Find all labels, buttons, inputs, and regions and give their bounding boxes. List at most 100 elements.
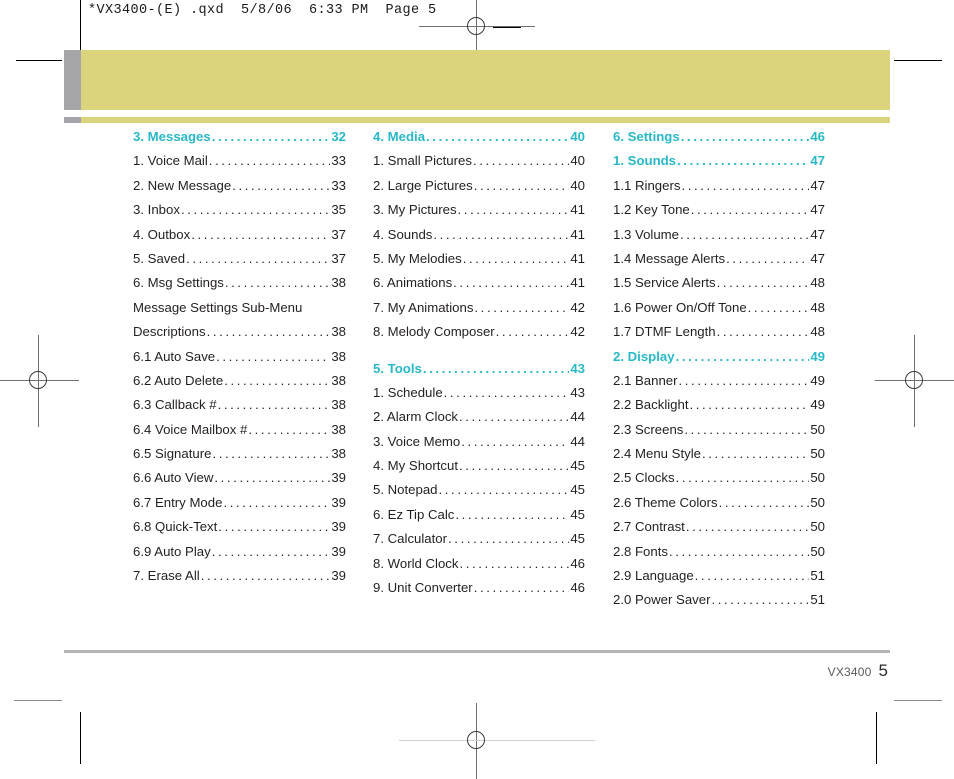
toc-entry[interactable]: 4. My Shortcut..........................… xyxy=(373,459,585,483)
toc-entry-page-number: 38 xyxy=(331,324,346,340)
toc-section-heading[interactable]: 3. Messages.............................… xyxy=(133,130,346,154)
toc-entry[interactable]: 2. New Message..........................… xyxy=(133,179,346,203)
toc-entry[interactable]: 7. My Animations........................… xyxy=(373,301,585,325)
table-of-contents: 3. Messages.............................… xyxy=(133,130,873,618)
toc-entry[interactable]: 6.4 Voice Mailbox #.....................… xyxy=(133,422,346,447)
toc-entry[interactable]: 1.1 Ringers.............................… xyxy=(613,179,825,203)
toc-entry-page-number: 46 xyxy=(810,129,825,144)
footer-page-number: 5 xyxy=(878,661,888,680)
toc-section-heading[interactable]: 6. Settings.............................… xyxy=(613,130,825,154)
toc-entry[interactable]: 2.4 Menu Style..........................… xyxy=(613,447,825,471)
toc-section-heading[interactable]: 4. Media................................… xyxy=(373,130,585,154)
toc-entry[interactable]: 5. My Melodies..........................… xyxy=(373,252,585,276)
registration-mark-top xyxy=(419,0,535,63)
toc-section-heading[interactable]: 1. Sounds...............................… xyxy=(613,154,825,178)
toc-leader-dots: ........................................… xyxy=(495,325,570,339)
toc-entry-page-number: 50 xyxy=(810,470,825,486)
toc-entry-label: 6. Animations xyxy=(373,275,453,291)
toc-entry[interactable]: 1.7 DTMF Length.........................… xyxy=(613,325,825,349)
toc-entry[interactable]: 5. Notepad..............................… xyxy=(373,483,585,507)
toc-entry[interactable]: 1. Small Pictures.......................… xyxy=(373,154,585,178)
toc-entry[interactable]: 6.3 Callback #..........................… xyxy=(133,398,346,422)
toc-entry-label: 6. Ez Tip Calc xyxy=(373,506,455,522)
toc-leader-dots: ........................................… xyxy=(459,410,569,424)
toc-entry-label: 2. New Message xyxy=(133,177,232,193)
toc-entry-label: Descriptions xyxy=(133,324,206,340)
toc-entry-label: 1. Small Pictures xyxy=(373,153,472,169)
toc-entry-page-number: 49 xyxy=(810,372,825,388)
toc-entry[interactable]: 3. Inbox................................… xyxy=(133,203,346,227)
toc-entry[interactable]: 1.5 Service Alerts......................… xyxy=(613,276,825,300)
toc-entry-label: 6.9 Auto Play xyxy=(133,543,211,559)
toc-leader-dots: ........................................… xyxy=(684,422,810,436)
toc-entry-page-number: 47 xyxy=(810,177,825,193)
toc-entry[interactable]: 2.9 Language............................… xyxy=(613,569,825,593)
toc-entry[interactable]: 8. World Clock..........................… xyxy=(373,555,585,581)
toc-leader-dots: ........................................… xyxy=(677,154,809,168)
toc-leader-dots: ........................................… xyxy=(726,251,809,266)
toc-entry[interactable]: 2. Large Pictures.......................… xyxy=(373,179,585,203)
toc-entry-label: 7. Calculator xyxy=(373,531,448,547)
toc-entry[interactable]: 4. Sounds...............................… xyxy=(373,227,585,252)
toc-entry[interactable]: 6.9 Auto Play...........................… xyxy=(133,543,346,569)
toc-entry[interactable]: 2.0 Power Saver.........................… xyxy=(613,593,825,617)
toc-leader-dots: ........................................… xyxy=(216,349,330,363)
toc-entry-label: 2.8 Fonts xyxy=(613,543,668,559)
toc-leader-dots: ........................................… xyxy=(208,154,331,168)
toc-entry[interactable]: 6. Animations...........................… xyxy=(373,276,585,300)
toc-entry-label: 1. Voice Mail xyxy=(133,153,208,169)
toc-entry[interactable]: 2.6 Theme Colors........................… xyxy=(613,496,825,520)
toc-leader-dots: ........................................… xyxy=(433,227,570,241)
toc-entry[interactable]: 6.1 Auto Save...........................… xyxy=(133,349,346,374)
toc-entry[interactable]: 6. Ez Tip Calc..........................… xyxy=(373,508,585,532)
toc-entry-page-number: 41 xyxy=(570,250,585,266)
toc-entry[interactable]: 6.6 Auto View...........................… xyxy=(133,471,346,495)
toc-entry[interactable]: 3. My Pictures..........................… xyxy=(373,203,585,227)
toc-section-heading[interactable]: 2. Display..............................… xyxy=(613,349,825,374)
toc-entry[interactable]: 1. Voice Mail...........................… xyxy=(133,154,346,178)
toc-entry-page-number: 46 xyxy=(570,555,585,571)
toc-entry-label: 2.2 Backlight xyxy=(613,397,689,413)
toc-entry[interactable]: 2.7 Contrast............................… xyxy=(613,520,825,544)
toc-entry[interactable]: 6.7 Entry Mode..........................… xyxy=(133,496,346,520)
toc-entry[interactable]: Message Settings Sub-Menu xyxy=(133,301,346,325)
toc-entry[interactable]: 5. Saved................................… xyxy=(133,252,346,276)
toc-entry-page-number: 32 xyxy=(331,129,346,144)
toc-entry-page-number: 50 xyxy=(810,494,825,510)
toc-entry[interactable]: 2.2 Backlight...........................… xyxy=(613,398,825,422)
toc-section-gap xyxy=(373,350,613,362)
toc-entry-page-number: 47 xyxy=(810,250,825,266)
toc-entry-page-number: 43 xyxy=(570,384,585,400)
toc-entry[interactable]: 2. Alarm Clock..........................… xyxy=(373,410,585,434)
toc-entry[interactable]: 1.3 Volume..............................… xyxy=(613,227,825,252)
toc-entry[interactable]: 6.8 Quick-Text..........................… xyxy=(133,520,346,544)
toc-entry[interactable]: 7. Calculator...........................… xyxy=(373,532,585,556)
toc-entry[interactable]: 1.4 Message Alerts......................… xyxy=(613,252,825,276)
toc-entry[interactable]: 6.5 Signature...........................… xyxy=(133,447,346,471)
toc-entry-page-number: 38 xyxy=(331,446,346,462)
toc-entry[interactable]: 2.5 Clocks..............................… xyxy=(613,471,825,495)
footer: VX3400 5 xyxy=(828,661,888,681)
toc-entry[interactable]: 6. Msg Settings.........................… xyxy=(133,276,346,300)
toc-leader-dots: ........................................… xyxy=(191,227,330,241)
toc-entry[interactable]: 7. Erase All............................… xyxy=(133,569,346,593)
toc-entry[interactable]: 9. Unit Converter.......................… xyxy=(373,581,585,605)
toc-entry[interactable]: 6.2 Auto Delete.........................… xyxy=(133,374,346,398)
toc-entry[interactable]: 1.2 Key Tone............................… xyxy=(613,203,825,227)
toc-leader-dots: ........................................… xyxy=(711,593,810,607)
toc-entry-page-number: 39 xyxy=(331,568,346,584)
toc-entry[interactable]: 4. Outbox...............................… xyxy=(133,227,346,252)
toc-entry[interactable]: 8. Melody Composer......................… xyxy=(373,325,585,349)
toc-entry[interactable]: 3. Voice Memo...........................… xyxy=(373,433,585,459)
toc-entry-page-number: 44 xyxy=(570,433,585,449)
toc-entry[interactable]: 1.6 Power On/Off Tone...................… xyxy=(613,301,825,325)
toc-entry[interactable]: 2.8 Fonts...............................… xyxy=(613,543,825,569)
toc-section-heading[interactable]: 5. Tools................................… xyxy=(373,361,585,386)
toc-entry[interactable]: 2.3 Screens.............................… xyxy=(613,421,825,447)
toc-entry[interactable]: Descriptions............................… xyxy=(133,325,346,349)
toc-entry-label: 6.2 Auto Delete xyxy=(133,372,224,388)
toc-entry[interactable]: 2.1 Banner..............................… xyxy=(613,374,825,398)
toc-entry-label: 2.3 Screens xyxy=(613,421,684,437)
toc-entry[interactable]: 1. Schedule.............................… xyxy=(373,386,585,410)
toc-entry-page-number: 37 xyxy=(331,250,346,266)
